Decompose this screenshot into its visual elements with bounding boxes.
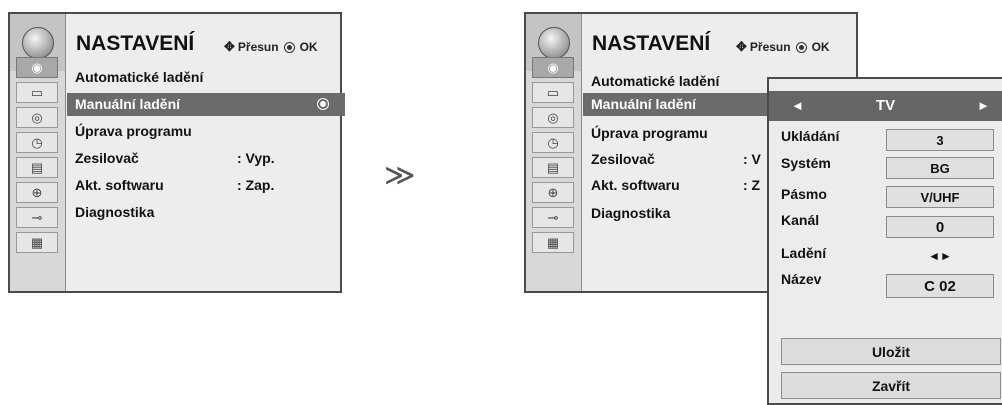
source-label: TV [875, 97, 896, 114]
item-label: Zesilovač [591, 151, 655, 167]
clapperboard-icon[interactable]: ▦ [16, 232, 58, 253]
options-icon[interactable]: ▤ [16, 157, 58, 178]
item-label: Akt. softwaru [75, 177, 164, 193]
item-label: Automatické ladění [591, 73, 720, 89]
menu-item-auto-tuning[interactable]: Automatické ladění [67, 66, 345, 89]
satellite-icon[interactable]: ◉ [16, 57, 58, 78]
menu-item-software-update[interactable]: Akt. softwaru : Zap. [67, 174, 345, 197]
source-selector[interactable]: ◄ TV ► [769, 91, 1002, 121]
speaker-icon[interactable]: ◎ [16, 107, 58, 128]
item-value: : Zap. [237, 177, 275, 193]
menu-item-manual-tuning[interactable]: Manuální ladění [67, 93, 345, 116]
item-label: Úprava programu [591, 125, 708, 141]
next-step-arrow: ≫ [384, 158, 416, 193]
ok-button-icon [795, 41, 807, 53]
clock-icon[interactable]: ◷ [16, 132, 58, 153]
field-label-system: Systém [781, 155, 831, 171]
nav-hint-move: Přesun [237, 40, 279, 54]
move-arrows-icon: ✥ [736, 39, 747, 54]
arrow-right-icon[interactable]: ► [977, 91, 990, 121]
item-label: Úprava programu [75, 123, 192, 139]
nav-hint-ok: OK [299, 40, 318, 54]
manual-tuning-panel: ◄ TV ► Ukládání 3 Systém BG Pásmo V/UHF … [767, 77, 1002, 405]
field-label-tuning: Ladění [781, 245, 827, 261]
menu-item-diagnostics[interactable]: Diagnostika [67, 201, 345, 224]
item-label: Diagnostika [591, 205, 671, 221]
nav-hint-ok: OK [811, 40, 830, 54]
satellite-icon[interactable]: ◉ [532, 57, 574, 78]
lock-icon[interactable]: ⊕ [532, 182, 574, 203]
item-label: Akt. softwaru [591, 177, 680, 193]
menu-item-amplifier[interactable]: Zesilovač : Vyp. [67, 147, 345, 170]
menu-title: NASTAVENÍ [592, 32, 711, 55]
name-value[interactable]: C 02 [886, 274, 994, 298]
field-label-name: Název [781, 271, 822, 287]
item-label: Manuální ladění [75, 96, 181, 112]
screen-icon[interactable]: ▭ [16, 82, 58, 103]
storage-value[interactable]: 3 [886, 129, 994, 151]
lock-icon[interactable]: ⊕ [16, 182, 58, 203]
screen-icon[interactable]: ▭ [532, 82, 574, 103]
channel-value[interactable]: 0 [886, 216, 994, 238]
item-label: Automatické ladění [75, 69, 204, 85]
move-arrows-icon: ✥ [224, 39, 235, 54]
clock-icon[interactable]: ◷ [532, 132, 574, 153]
item-value: : Vyp. [237, 150, 275, 166]
speaker-icon[interactable]: ◎ [532, 107, 574, 128]
selected-indicator-icon [317, 98, 329, 110]
input-plug-icon[interactable]: ⊸ [16, 207, 58, 228]
item-value: : Z [743, 177, 761, 193]
nav-hint: ✥ Přesun OK [736, 39, 830, 55]
item-label: Manuální ladění [591, 96, 697, 112]
band-value[interactable]: V/UHF [886, 186, 994, 208]
system-value[interactable]: BG [886, 157, 994, 179]
ok-button-icon [283, 41, 295, 53]
item-value: : V [743, 151, 761, 167]
menu-item-program-edit[interactable]: Úprava programu [67, 120, 345, 143]
field-label-storage: Ukládání [781, 128, 840, 144]
nav-hint: ✥ Přesun OK [224, 39, 318, 55]
tuning-arrows-icon[interactable]: ◄► [886, 249, 994, 263]
close-button[interactable]: Zavřít [781, 372, 1001, 399]
save-button[interactable]: Uložit [781, 338, 1001, 365]
clapperboard-icon[interactable]: ▦ [532, 232, 574, 253]
nav-hint-move: Přesun [749, 40, 791, 54]
item-label: Diagnostika [75, 204, 155, 220]
input-plug-icon[interactable]: ⊸ [532, 207, 574, 228]
options-icon[interactable]: ▤ [532, 157, 574, 178]
field-label-band: Pásmo [781, 186, 827, 202]
item-label: Zesilovač [75, 150, 139, 166]
field-label-channel: Kanál [781, 212, 820, 228]
menu-title: NASTAVENÍ [76, 32, 195, 55]
setup-menu-left: NASTAVENÍ ✥ Přesun OK ◉ ▭ ◎ ◷ ▤ ⊕ ⊸ ▦ Au… [8, 12, 345, 293]
